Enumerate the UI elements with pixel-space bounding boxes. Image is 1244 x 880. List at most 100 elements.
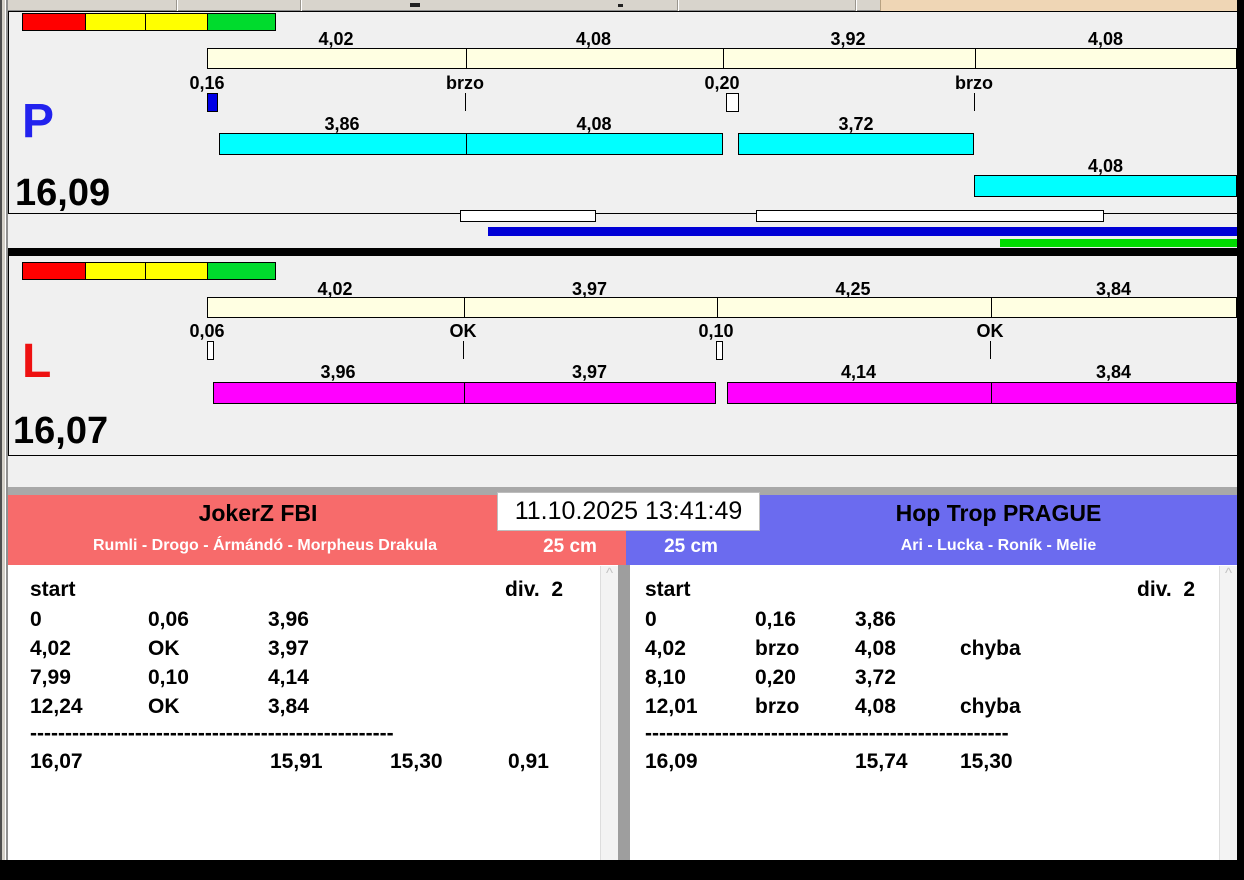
start-label: start	[645, 578, 691, 601]
lane-p-marker-label: brzo	[955, 73, 993, 93]
table-header-row: start div. 2	[630, 575, 1237, 605]
cell-flag	[388, 634, 620, 663]
lane-l-marker-label: 0,06	[189, 321, 225, 341]
light-red	[22, 13, 86, 31]
flyball-timing-window: 4,02 4,08 3,92 4,08 0,16 brzo 0,20 brzo …	[0, 0, 1244, 880]
table-row: 4,02 OK 3,97	[8, 634, 620, 663]
cell-run: 4,14	[268, 666, 309, 689]
cell-flag	[388, 692, 620, 721]
lane-p-marker-label: 0,20	[704, 73, 740, 93]
cell-gap: 0,16	[755, 608, 796, 631]
cell-time: 4,02	[645, 637, 686, 660]
light-green	[207, 13, 276, 31]
lane-l-total-time: 16,07	[13, 410, 109, 452]
run-divider	[464, 383, 465, 403]
cell-run: 4,08	[855, 695, 896, 718]
window-left-border	[0, 0, 8, 880]
cell-time: 12,24	[30, 695, 83, 718]
best-time: 15,30	[960, 750, 1013, 773]
table-row: 12,24 OK 3,84	[8, 692, 620, 721]
table-separator: ----------------------------------------…	[645, 722, 1009, 745]
cell-flag	[960, 605, 1237, 634]
cell-gap: brzo	[755, 695, 800, 718]
lane-l-run-label: 3,97	[571, 362, 608, 382]
lane-l-run-bar	[213, 382, 716, 404]
right-table-scrollbar[interactable]: ^	[1219, 566, 1237, 860]
scroll-up-icon[interactable]: ^	[1225, 565, 1232, 582]
lane-l-split-label: 3,97	[571, 279, 608, 299]
start-gap-marker-white	[716, 341, 723, 360]
run-divider	[466, 134, 467, 154]
table-separator: ----------------------------------------…	[30, 722, 394, 745]
cell-flag	[388, 605, 620, 634]
light-green	[207, 262, 276, 280]
window-bottom-bar	[0, 860, 1244, 880]
toolbar-separator	[855, 0, 857, 11]
total-time: 16,09	[645, 750, 698, 773]
cell-time: 0	[30, 608, 42, 631]
cell-flag	[388, 663, 620, 692]
start-label: start	[30, 578, 76, 601]
lane-l-letter: L	[22, 335, 52, 388]
light-yellow	[85, 262, 146, 280]
heat-progress-outline-bar	[756, 210, 1104, 222]
toolbar-glyph-icon	[410, 3, 420, 7]
team-right-jump-height: 25 cm	[664, 536, 718, 557]
table-row: 12,01 brzo 4,08 chyba	[630, 692, 1237, 721]
cell-run: 3,96	[268, 608, 309, 631]
heat-progress-blue-bar	[488, 227, 1237, 236]
toolbar-glyph-icon	[618, 4, 623, 7]
lane-p-run-bar	[974, 175, 1237, 197]
left-table-scrollbar[interactable]: ^	[600, 566, 618, 860]
lane-l-marker-label: 0,10	[698, 321, 734, 341]
section-separator	[8, 248, 1237, 256]
split-divider	[466, 49, 467, 68]
lane-l-marker-label: OK	[449, 321, 477, 341]
changeover-tick	[990, 341, 991, 359]
lane-l-run-bar	[727, 382, 1237, 404]
cell-time: 0	[645, 608, 657, 631]
split-divider	[464, 298, 465, 317]
heat-progress-green-bar	[1000, 239, 1237, 247]
cell-run: 3,97	[268, 637, 309, 660]
lane-l-split-label: 4,02	[317, 279, 353, 299]
lane-l-split-label: 4,25	[835, 279, 871, 299]
lane-p-marker-label: brzo	[446, 73, 484, 93]
lane-l-split-bar	[207, 297, 1237, 318]
table-row: 0 0,06 3,96	[8, 605, 620, 634]
cell-flag: chyba	[960, 637, 1021, 660]
scroll-up-icon[interactable]: ^	[606, 565, 613, 582]
start-gap-marker-blue	[207, 93, 218, 112]
lane-p-split-label: 4,08	[1087, 29, 1124, 49]
cell-time: 7,99	[30, 666, 71, 689]
lane-p-split-label: 4,08	[575, 29, 612, 49]
totals-row: 16,07 15,91 15,30 0,91	[8, 747, 620, 777]
lane-l-run-label: 4,14	[840, 362, 877, 382]
light-yellow	[145, 13, 208, 31]
best-time: 15,30	[390, 750, 443, 773]
lane-p-run-label: 4,08	[1087, 156, 1124, 176]
cell-gap: OK	[148, 637, 180, 660]
split-divider	[723, 49, 724, 68]
cell-gap: OK	[148, 695, 180, 718]
team-right-result-table: start div. 2 0 0,16 3,86 4,02 brzo 4,08 …	[630, 565, 1237, 860]
total-time: 16,07	[30, 750, 83, 773]
totals-row: 16,09 15,74 15,30	[630, 747, 1237, 777]
cell-gap: brzo	[755, 637, 800, 660]
toolbar-separator	[300, 0, 302, 11]
toolbar-tan-segment[interactable]	[880, 0, 1237, 11]
lane-p-split-bar	[207, 48, 1237, 69]
start-gap-marker-white	[726, 93, 739, 112]
lane-p-run-bar	[738, 133, 974, 155]
cell-run: 4,08	[855, 637, 896, 660]
sum-of-runs: 15,74	[855, 750, 908, 773]
light-yellow	[145, 262, 208, 280]
table-row: 4,02 brzo 4,08 chyba	[630, 634, 1237, 663]
team-right-dogs: Ari - Lucka - Roník - Melie	[900, 537, 1097, 554]
datetime-display: 11.10.2025 13:41:49	[497, 492, 760, 531]
split-divider	[717, 298, 718, 317]
changeover-tick	[974, 93, 975, 111]
division-label: div. 2	[1137, 578, 1195, 601]
lane-p-split-label: 4,02	[318, 29, 354, 49]
lane-p-run-bar	[219, 133, 723, 155]
